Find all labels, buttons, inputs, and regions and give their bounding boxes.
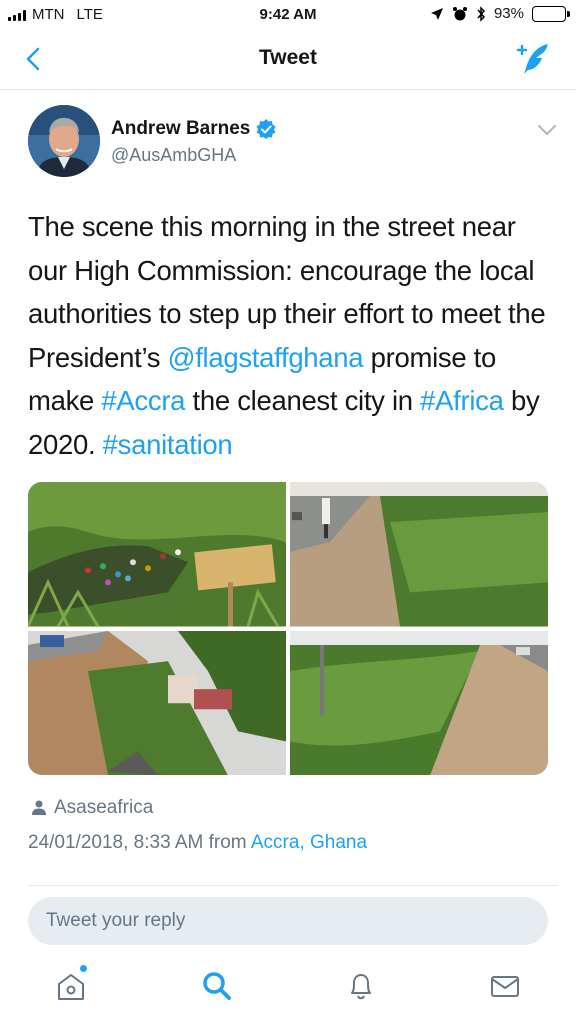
tweet-text-segment: the cleanest city in xyxy=(185,385,421,416)
status-right: 93% xyxy=(430,5,570,22)
tweet-meta: 24/01/2018, 8:33 AM from Accra, Ghana xyxy=(28,832,367,854)
avatar[interactable] xyxy=(28,105,100,177)
photo-4[interactable] xyxy=(290,630,548,775)
hashtag-link-accra[interactable]: #Accra xyxy=(101,385,185,416)
place-link[interactable]: Accra, Ghana xyxy=(251,832,367,853)
home-icon[interactable] xyxy=(54,969,88,1003)
status-bar: MTN LTE 9:42 AM 93% xyxy=(0,0,576,30)
author-handle[interactable]: @AusAmbGHA xyxy=(111,145,236,166)
verified-badge-icon xyxy=(256,119,276,139)
hashtag-link-sanitation[interactable]: #sanitation xyxy=(103,429,233,460)
mention-link[interactable]: @flagstaffghana xyxy=(168,342,364,373)
messages-envelope-icon[interactable] xyxy=(488,969,522,1003)
alarm-icon xyxy=(452,6,467,20)
battery-percent: 93% xyxy=(493,5,524,22)
chevron-down-icon[interactable] xyxy=(536,123,558,137)
tab-bar xyxy=(0,955,576,1024)
page-title: Tweet xyxy=(259,46,317,69)
photo-2[interactable] xyxy=(290,482,548,627)
new-content-dot xyxy=(80,965,87,972)
search-icon[interactable] xyxy=(200,969,234,1003)
bluetooth-icon xyxy=(477,5,485,22)
tweet-text: The scene this morning in the street nea… xyxy=(28,205,558,466)
photo-1[interactable] xyxy=(28,482,286,627)
tweet-timestamp: 24/01/2018, 8:33 AM from xyxy=(28,832,247,853)
reply-placeholder: Tweet your reply xyxy=(46,910,186,931)
location-row[interactable]: Asaseafrica xyxy=(32,797,153,819)
compose-tweet-icon[interactable] xyxy=(514,40,552,78)
divider xyxy=(28,885,558,886)
reply-input[interactable]: Tweet your reply xyxy=(28,897,548,945)
media-grid xyxy=(28,482,548,775)
author-name-row[interactable]: Andrew Barnes xyxy=(111,118,276,140)
hashtag-link-africa[interactable]: #Africa xyxy=(420,385,504,416)
nav-bar: Tweet xyxy=(0,30,576,90)
author-name[interactable]: Andrew Barnes xyxy=(111,118,250,140)
photo-3[interactable] xyxy=(28,630,286,775)
location-tag[interactable]: Asaseafrica xyxy=(54,797,153,819)
location-arrow-icon xyxy=(430,7,443,20)
battery-icon xyxy=(532,5,570,22)
tweet-header: Andrew Barnes @AusAmbGHA xyxy=(28,105,558,180)
notifications-bell-icon[interactable] xyxy=(344,969,378,1003)
person-icon xyxy=(32,800,46,815)
